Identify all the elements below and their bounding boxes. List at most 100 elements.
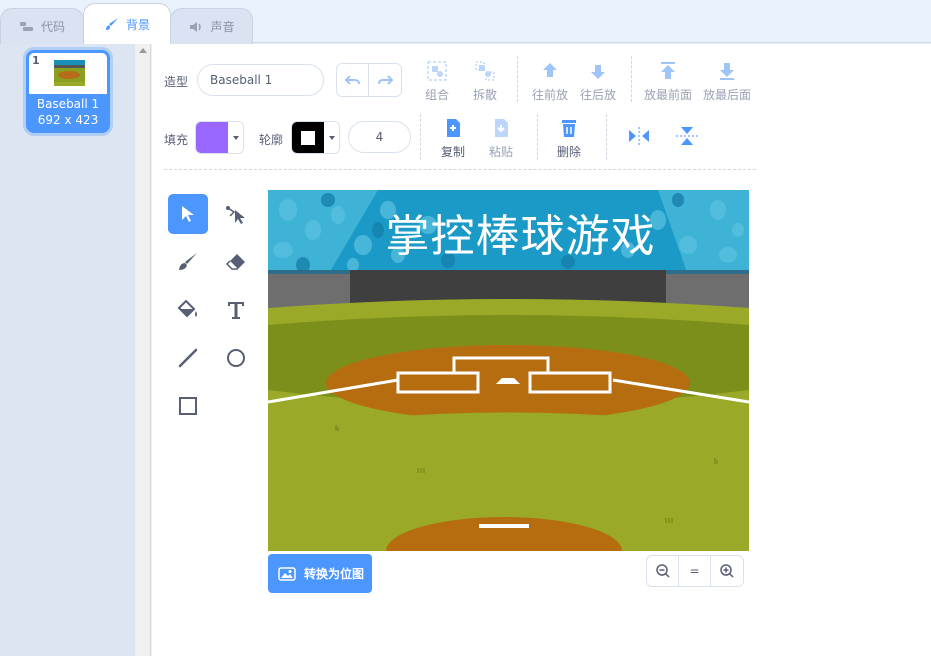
arrow-down-icon [591, 65, 605, 79]
costume-size: 692 x 423 [37, 113, 99, 127]
flip-horizontal-icon [629, 127, 649, 145]
reshape-tool[interactable] [216, 194, 256, 234]
tab-sounds-label: 声音 [210, 20, 235, 34]
costume-list [0, 44, 135, 656]
zoom-out-icon [655, 564, 670, 578]
paintbrush-icon [179, 253, 197, 270]
copy-icon [447, 119, 460, 137]
brush-tool[interactable] [168, 242, 208, 282]
fill-color-swatch [196, 122, 228, 153]
copy-label: 复制 [440, 145, 465, 159]
zoom-out-button[interactable] [647, 556, 679, 586]
ungroup-label: 拆散 [472, 88, 497, 102]
toolbar-divider [631, 56, 632, 102]
paste-icon [495, 119, 508, 137]
line-tool[interactable] [168, 338, 208, 378]
zoom-in-icon [720, 564, 734, 578]
back-button[interactable]: 放最后面 [702, 60, 752, 103]
flip-horizontal-button[interactable] [627, 126, 651, 146]
copy-button[interactable]: 复制 [439, 117, 467, 160]
to-back-icon [720, 63, 734, 80]
to-front-icon [661, 62, 675, 79]
select-tool[interactable] [168, 194, 208, 234]
rectangle-tool[interactable] [168, 386, 208, 426]
costume-thumbnail [29, 53, 107, 94]
paint-canvas[interactable]: 掌控棒球游戏 [268, 190, 749, 551]
outline-width-value: 4 [375, 130, 384, 144]
backward-button[interactable]: 往后放 [579, 60, 617, 103]
eraser-icon [225, 254, 245, 270]
tab-code-label: 代码 [40, 20, 65, 34]
toolbar-divider [537, 114, 538, 160]
fill-tool[interactable] [168, 290, 208, 330]
group-button[interactable]: 组合 [424, 60, 450, 103]
tab-sounds[interactable]: 声音 [170, 8, 253, 44]
convert-to-bitmap-label: 转换为位图 [304, 567, 365, 581]
fill-color-picker[interactable] [195, 121, 244, 154]
dropdown-arrow-icon [228, 122, 243, 153]
convert-to-bitmap-button[interactable]: 转换为位图 [268, 554, 372, 593]
costume-list-scrollbar[interactable] [135, 44, 151, 656]
tab-code[interactable]: 代码 [0, 8, 84, 44]
backward-label: 往后放 [579, 88, 616, 102]
brush-icon [104, 17, 120, 31]
flip-vertical-icon [676, 127, 698, 145]
image-icon [278, 566, 296, 581]
text-t-icon [228, 302, 244, 319]
arrow-up-icon [543, 63, 557, 77]
text-tool[interactable] [216, 290, 256, 330]
group-icon [427, 61, 447, 81]
outline-width-input[interactable]: 4 [348, 121, 411, 153]
tab-backdrops-label: 背景 [125, 17, 150, 32]
undo-icon [344, 75, 360, 85]
paste-button[interactable]: 粘贴 [487, 117, 515, 160]
toolbar-divider [606, 114, 607, 160]
arrow-select-icon [182, 206, 194, 222]
zoom-reset-label: = [689, 564, 700, 578]
outline-color-swatch [292, 122, 324, 153]
toolbar-divider [517, 56, 518, 102]
costume-name: Baseball 1 [36, 97, 100, 111]
circle-icon [227, 349, 245, 367]
tab-backdrops[interactable]: 背景 [83, 3, 171, 44]
rectangle-icon [179, 397, 197, 415]
group-label: 组合 [424, 88, 449, 102]
delete-button[interactable]: 删除 [555, 117, 583, 160]
fill-label: 填充 [164, 133, 189, 147]
toolbar-divider [420, 114, 421, 160]
outline-color-picker[interactable] [291, 121, 340, 154]
costume-name-input[interactable]: Baseball 1 [197, 64, 324, 96]
costume-number: 1 [32, 54, 40, 67]
delete-label: 删除 [556, 145, 581, 159]
speaker-icon [188, 20, 204, 34]
costume-name-label: 造型 [164, 75, 189, 89]
undo-redo-group [336, 63, 402, 97]
editor-tabbar: 代码 背景 声音 [0, 0, 931, 44]
code-icon [19, 20, 35, 34]
toolbar-bottom-divider [164, 169, 756, 170]
reshape-icon [226, 206, 245, 224]
paste-label: 粘贴 [488, 145, 513, 159]
back-label: 放最后面 [702, 88, 751, 102]
zoom-reset-button[interactable]: = [679, 556, 711, 586]
forward-button[interactable]: 往前放 [531, 60, 569, 103]
scroll-up-arrow-icon[interactable] [139, 48, 147, 53]
flip-vertical-button[interactable] [675, 125, 699, 147]
dropdown-arrow-icon [324, 122, 339, 153]
front-label: 放最前面 [643, 88, 692, 102]
costume-name-value: Baseball 1 [210, 73, 273, 87]
zoom-in-button[interactable] [711, 556, 743, 586]
zoom-controls: = [646, 555, 744, 587]
circle-tool[interactable] [216, 338, 256, 378]
ungroup-button[interactable]: 拆散 [472, 60, 498, 103]
eraser-tool[interactable] [216, 242, 256, 282]
redo-button[interactable] [369, 64, 401, 96]
paint-bucket-icon [177, 299, 197, 318]
undo-button[interactable] [337, 64, 369, 96]
line-icon [178, 348, 198, 368]
front-button[interactable]: 放最前面 [643, 60, 693, 103]
forward-label: 往前放 [531, 88, 568, 102]
backdrop-title-text: 掌控棒球游戏 [385, 211, 656, 262]
ungroup-icon [475, 61, 495, 81]
costume-tile-selected[interactable]: 1 Baseball 1 692 x 423 [26, 50, 110, 133]
